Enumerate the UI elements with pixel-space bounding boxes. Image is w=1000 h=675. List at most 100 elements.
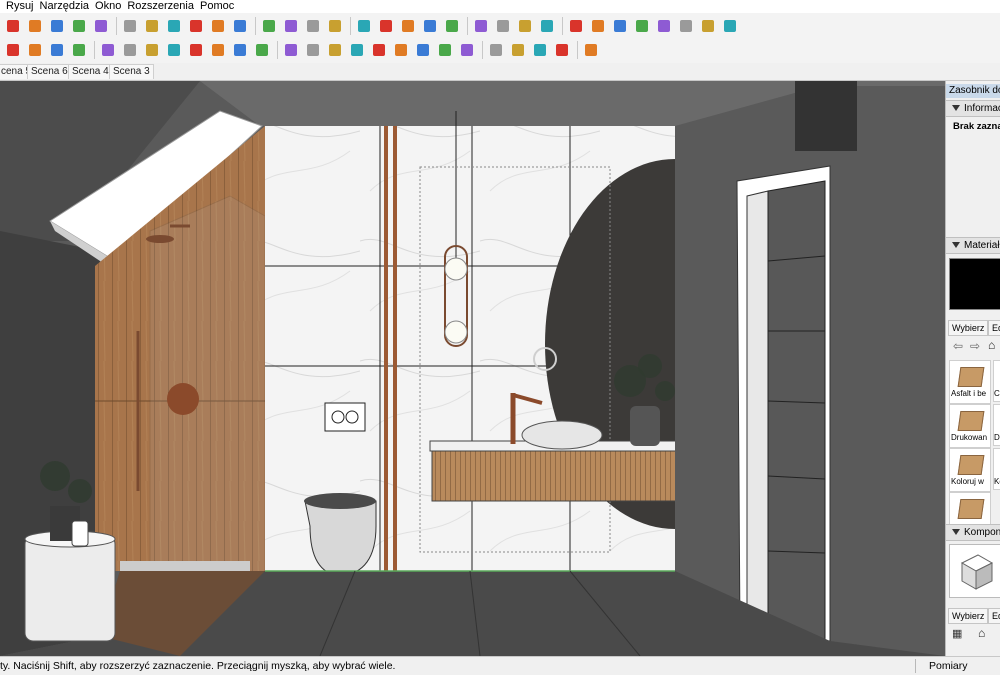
group-icon[interactable] <box>165 41 183 59</box>
axis-blue-icon[interactable] <box>326 41 344 59</box>
current-material-swatch[interactable] <box>949 258 1000 310</box>
toolbar-separator <box>116 17 117 35</box>
components-tab-select[interactable]: Wybierz <box>948 608 989 624</box>
ruby-gem-icon[interactable] <box>260 17 278 35</box>
materials-tab-edit[interactable]: Edy <box>988 320 1000 336</box>
zoom-extents-icon[interactable] <box>231 17 249 35</box>
component-preview[interactable] <box>949 544 1000 598</box>
axis-icon[interactable] <box>304 41 322 59</box>
sun-icon-glyph <box>658 20 670 32</box>
fog-icon[interactable] <box>633 17 651 35</box>
component-icon[interactable] <box>143 41 161 59</box>
pencil-icon[interactable] <box>4 17 22 35</box>
hidden-line-icon[interactable] <box>399 17 417 35</box>
toolbar-main <box>0 13 1000 40</box>
color-gradient-icon[interactable] <box>282 41 300 59</box>
menu-item-rysuj[interactable]: Rysuj <box>3 0 37 13</box>
material-thumbnail-icon <box>957 455 985 475</box>
material-label: Koloruj w <box>951 477 984 486</box>
section-cut-icon[interactable] <box>516 17 534 35</box>
globe-icon-glyph <box>702 20 714 32</box>
orbit-icon[interactable] <box>165 17 183 35</box>
house-solid-icon-glyph <box>256 44 268 56</box>
eraser-icon[interactable] <box>26 17 44 35</box>
materials-tab-select[interactable]: Wybierz <box>948 320 989 336</box>
brush-icon[interactable] <box>487 41 505 59</box>
shaded-icon[interactable] <box>421 17 439 35</box>
extension-icon[interactable] <box>304 17 322 35</box>
house-icon[interactable] <box>187 41 205 59</box>
panel-entity-info-title: Informac <box>964 103 1000 114</box>
house-outline-icon[interactable] <box>209 41 227 59</box>
move-icon[interactable] <box>48 17 66 35</box>
stamp-icon[interactable] <box>48 41 66 59</box>
xray-icon[interactable] <box>355 17 373 35</box>
menu-item-narzedzia[interactable]: Narzędzia <box>37 0 93 13</box>
align-red-icon[interactable] <box>370 41 388 59</box>
material-item[interactable]: Drukowan <box>949 404 991 448</box>
tape-blue-icon[interactable] <box>392 41 410 59</box>
material-item[interactable]: Koloruj w <box>949 448 991 492</box>
push-pull-icon[interactable] <box>92 17 110 35</box>
wireframe-icon[interactable] <box>377 17 395 35</box>
rotate-icon[interactable] <box>70 17 88 35</box>
house-solid-icon[interactable] <box>253 41 271 59</box>
toolbar-separator <box>482 41 483 59</box>
settings-gear-icon[interactable] <box>721 17 739 35</box>
3d-viewport[interactable] <box>0 81 945 656</box>
section-plane-icon[interactable] <box>472 17 490 35</box>
pan-icon[interactable] <box>187 17 205 35</box>
add-detail-icon[interactable] <box>99 41 117 59</box>
3d-warehouse-icon[interactable] <box>567 17 585 35</box>
align-icon[interactable] <box>348 41 366 59</box>
box-icon[interactable] <box>231 41 249 59</box>
section-display-icon[interactable] <box>494 17 512 35</box>
bathroom-scene <box>0 81 945 656</box>
sun-icon[interactable] <box>655 17 673 35</box>
drape-icon[interactable] <box>70 41 88 59</box>
warehouse-icon[interactable] <box>282 17 300 35</box>
ruby-icon[interactable] <box>326 17 344 35</box>
shadow-icon[interactable] <box>611 17 629 35</box>
tape-blue-icon-glyph <box>395 44 407 56</box>
panel-entity-info-header[interactable]: Informac <box>946 100 1000 117</box>
zoom-extents-icon-glyph <box>234 20 246 32</box>
measure-icon[interactable] <box>414 41 432 59</box>
view-options-icon[interactable]: ▦ <box>952 627 962 640</box>
flip-edge-icon[interactable] <box>121 41 139 59</box>
menu-item-okno[interactable]: Okno <box>92 0 124 13</box>
cube-icon[interactable] <box>509 41 527 59</box>
arrow-left-icon[interactable] <box>436 41 454 59</box>
panel-components-header[interactable]: Kompon <box>946 524 1000 541</box>
edge-style-icon[interactable] <box>677 17 695 35</box>
scene-tab-6[interactable]: Scena 6 <box>27 64 72 79</box>
menu-item-rozszerzenia[interactable]: Rozszerzenia <box>124 0 197 13</box>
scene-tab-4[interactable]: Scena 4 <box>68 64 113 79</box>
material-item[interactable]: Ko <box>993 448 1000 490</box>
arrow-right-icon[interactable] <box>458 41 476 59</box>
material-item[interactable]: Cz <box>993 360 1000 402</box>
paint-bucket-icon[interactable] <box>121 17 139 35</box>
components-tab-edit[interactable]: Edy <box>988 608 1000 624</box>
line-icon[interactable] <box>582 41 600 59</box>
textured-icon[interactable] <box>443 17 461 35</box>
sphere-icon[interactable] <box>589 17 607 35</box>
tape-icon[interactable] <box>143 17 161 35</box>
toolbar-secondary <box>0 37 1000 64</box>
lock-icon[interactable] <box>538 17 556 35</box>
sandbox-icon[interactable] <box>4 41 22 59</box>
panel-materials-header[interactable]: Materiał <box>946 237 1000 254</box>
smoove-icon[interactable] <box>26 41 44 59</box>
zoom-icon[interactable] <box>209 17 227 35</box>
menu-item-pomoc[interactable]: Pomoc <box>197 0 237 13</box>
material-item[interactable]: Dr <box>993 404 1000 446</box>
globe-icon[interactable] <box>699 17 717 35</box>
cube-light-icon[interactable] <box>553 41 571 59</box>
home-icon[interactable]: ⌂ <box>978 626 985 640</box>
back-arrow-icon[interactable]: ⇦ <box>953 339 963 353</box>
forward-arrow-icon[interactable]: ⇨ <box>970 339 980 353</box>
cube-solid-icon[interactable] <box>531 41 549 59</box>
material-item[interactable]: Asfalt i be <box>949 360 991 404</box>
home-icon[interactable]: ⌂ <box>988 338 995 352</box>
scene-tab-3[interactable]: Scena 3 <box>109 64 154 79</box>
